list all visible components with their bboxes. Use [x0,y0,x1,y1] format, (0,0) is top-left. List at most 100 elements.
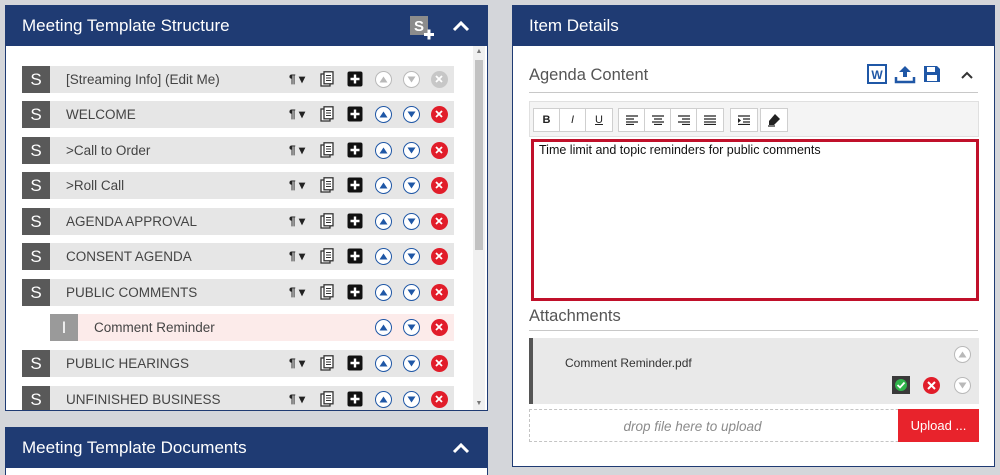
row-label[interactable]: >Roll Call [66,178,124,193]
add-item-icon[interactable] [346,354,364,372]
move-up-icon[interactable] [374,70,392,88]
move-up-icon[interactable] [374,354,392,372]
section-row[interactable]: S [Streaming Info] (Edit Me) ¶ ▾ [22,66,454,93]
move-down-icon[interactable] [402,283,420,301]
delete-icon[interactable] [430,105,448,123]
delete-icon[interactable] [430,176,448,194]
move-up-icon[interactable] [374,105,392,123]
row-label[interactable]: [Streaming Info] (Edit Me) [66,72,220,87]
add-item-icon[interactable] [346,141,364,159]
add-item-icon[interactable] [346,176,364,194]
row-label[interactable]: AGENDA APPROVAL [66,214,197,229]
paragraph-style-dropdown[interactable]: ¶ ▾ [284,283,310,301]
delete-icon[interactable] [430,212,448,230]
upload-button[interactable]: Upload ... [898,409,979,442]
move-up-icon[interactable] [374,141,392,159]
underline-button[interactable]: U [586,109,612,131]
delete-icon[interactable] [430,141,448,159]
copy-document-icon[interactable] [318,247,336,265]
move-down-icon[interactable] [402,247,420,265]
copy-document-icon[interactable] [318,212,336,230]
paragraph-style-dropdown[interactable]: ¶ ▾ [284,176,310,194]
scroll-thumb[interactable] [475,60,483,250]
collapse-agenda-icon[interactable] [960,70,974,84]
delete-icon[interactable] [430,70,448,88]
attachment-check-icon[interactable] [892,376,910,394]
delete-icon[interactable] [430,354,448,372]
collapse-structure-icon[interactable] [452,19,470,33]
row-label[interactable]: Comment Reminder [94,320,215,335]
row-label[interactable]: PUBLIC COMMENTS [66,285,197,300]
copy-document-icon[interactable] [318,70,336,88]
row-label[interactable]: >Call to Order [66,143,150,158]
row-label[interactable]: UNFINISHED BUSINESS [66,392,221,407]
move-up-icon[interactable] [374,247,392,265]
row-label[interactable]: PUBLIC HEARINGS [66,356,189,371]
paragraph-style-dropdown[interactable]: ¶ ▾ [284,354,310,372]
add-item-icon[interactable] [346,247,364,265]
structure-scrollbar[interactable]: ▲ ▼ [473,46,485,410]
move-down-icon[interactable] [402,318,420,336]
agenda-item-row[interactable]: I Comment Reminder [50,314,454,341]
paragraph-style-dropdown[interactable]: ¶ ▾ [284,141,310,159]
align-right-button[interactable] [671,109,697,131]
attachment-move-down-icon[interactable] [954,377,971,394]
collapse-documents-icon[interactable] [452,441,470,455]
section-row[interactable]: S WELCOME ¶ ▾ [22,101,454,128]
copy-document-icon[interactable] [318,141,336,159]
paragraph-style-dropdown[interactable]: ¶ ▾ [284,247,310,265]
attachment-delete-icon[interactable] [923,377,940,394]
delete-icon[interactable] [430,283,448,301]
section-row[interactable]: S AGENDA APPROVAL ¶ ▾ [22,208,454,235]
section-row[interactable]: S CONSENT AGENDA ¶ ▾ [22,243,454,270]
section-row[interactable]: S >Roll Call ¶ ▾ [22,172,454,199]
row-label[interactable]: CONSENT AGENDA [66,249,192,264]
save-icon[interactable] [921,63,943,90]
copy-document-icon[interactable] [318,390,336,408]
paragraph-style-dropdown[interactable]: ¶ ▾ [284,70,310,88]
copy-document-icon[interactable] [318,105,336,123]
section-row[interactable]: S >Call to Order ¶ ▾ [22,137,454,164]
attachment-filename[interactable]: Comment Reminder.pdf [565,356,692,370]
section-row[interactable]: S PUBLIC COMMENTS ¶ ▾ [22,279,454,306]
file-drop-zone[interactable]: drop file here to upload Upload ... [529,409,979,442]
add-item-icon[interactable] [346,212,364,230]
move-up-icon[interactable] [374,390,392,408]
attachment-move-up-icon[interactable] [954,346,971,363]
delete-icon[interactable] [430,318,448,336]
paragraph-style-dropdown[interactable]: ¶ ▾ [284,105,310,123]
move-up-icon[interactable] [374,318,392,336]
add-section-icon[interactable]: S [410,16,434,40]
copy-document-icon[interactable] [318,283,336,301]
delete-icon[interactable] [430,390,448,408]
paragraph-style-dropdown[interactable]: ¶ ▾ [284,390,310,408]
agenda-content-editor[interactable]: Time limit and topic reminders for publi… [531,139,979,301]
paragraph-style-dropdown[interactable]: ¶ ▾ [284,212,310,230]
move-up-icon[interactable] [374,212,392,230]
add-item-icon[interactable] [346,390,364,408]
add-item-icon[interactable] [346,105,364,123]
upload-icon[interactable] [894,63,916,90]
move-down-icon[interactable] [402,141,420,159]
align-center-button[interactable] [645,109,671,131]
bold-button[interactable]: B [534,109,560,131]
row-label[interactable]: WELCOME [66,107,136,122]
move-down-icon[interactable] [402,390,420,408]
italic-button[interactable]: I [560,109,586,131]
justify-button[interactable] [697,109,723,131]
section-row[interactable]: S PUBLIC HEARINGS ¶ ▾ [22,350,454,377]
add-item-icon[interactable] [346,283,364,301]
add-item-icon[interactable] [346,70,364,88]
move-down-icon[interactable] [402,354,420,372]
clear-format-icon[interactable] [761,109,787,131]
move-up-icon[interactable] [374,176,392,194]
copy-document-icon[interactable] [318,176,336,194]
copy-document-icon[interactable] [318,354,336,372]
section-row[interactable]: S UNFINISHED BUSINESS ¶ ▾ [22,386,454,410]
move-down-icon[interactable] [402,212,420,230]
move-down-icon[interactable] [402,176,420,194]
delete-icon[interactable] [430,247,448,265]
move-up-icon[interactable] [374,283,392,301]
move-down-icon[interactable] [402,105,420,123]
move-down-icon[interactable] [402,70,420,88]
